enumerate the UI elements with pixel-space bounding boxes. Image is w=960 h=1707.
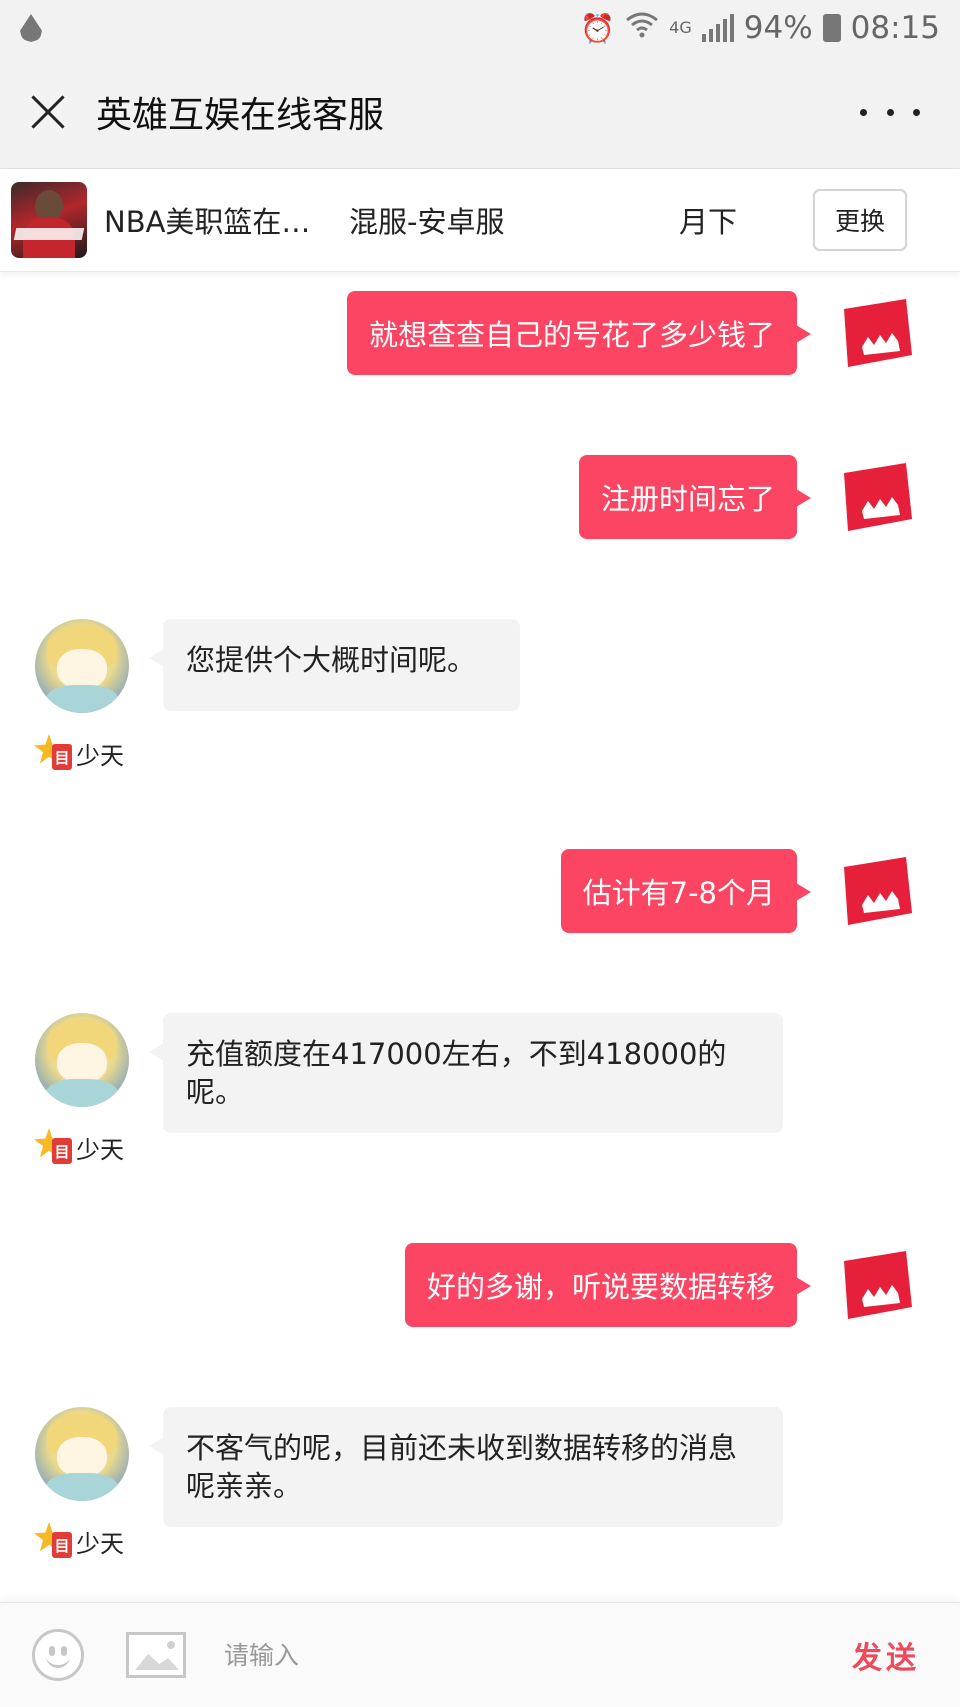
agent-name: 少天: [76, 741, 124, 770]
star-badge-icon: 目: [34, 1522, 74, 1560]
drop-icon: [20, 14, 42, 42]
agent-avatar[interactable]: [35, 1013, 129, 1107]
message-text: 估计有7-8个月: [582, 876, 775, 910]
agent-message-bubble: 您提供个大概时间呢。: [149, 619, 520, 711]
user-message-bubble: 注册时间忘了: [578, 455, 812, 539]
user-message-bubble: 估计有7-8个月: [560, 849, 812, 933]
agent-message-bubble: 不客气的呢，目前还未收到数据转移的消息呢亲亲。: [149, 1407, 783, 1527]
clock: 08:15: [850, 10, 940, 46]
image-icon[interactable]: [126, 1632, 186, 1678]
message-text: 不客气的呢，目前还未收到数据转移的消息呢亲亲。: [186, 1431, 738, 1503]
message-text: 好的多谢，听说要数据转移: [426, 1270, 775, 1304]
alarm-icon: ⏰: [580, 11, 616, 45]
user-message-bubble: 好的多谢，听说要数据转移: [404, 1243, 812, 1327]
title-bar: 英雄互娱在线客服: [0, 56, 960, 169]
agent-avatar[interactable]: [35, 1407, 129, 1501]
close-icon[interactable]: [28, 92, 68, 132]
agent-name-row: 目 少天: [34, 734, 124, 772]
network-type: 4G: [669, 18, 692, 37]
user-avatar[interactable]: [840, 295, 916, 371]
agent-name-row: 目 少天: [34, 1128, 124, 1166]
game-name: NBA美职篮在…: [104, 205, 311, 239]
send-button[interactable]: 发送: [852, 1633, 920, 1677]
user-message-bubble: 就想查查自己的号花了多少钱了: [346, 291, 812, 375]
role-name: 月下: [679, 205, 738, 239]
status-bar: ⏰ 4G 94% 08:15: [0, 0, 960, 56]
game-logo: [11, 182, 87, 258]
status-right: ⏰ 4G 94% 08:15: [580, 10, 940, 46]
message-text: 注册时间忘了: [600, 482, 775, 516]
more-icon[interactable]: [860, 92, 920, 132]
battery-icon: [822, 14, 841, 42]
star-badge-icon: 目: [34, 1128, 74, 1166]
message-text: 充值额度在417000左右，不到418000的呢。: [186, 1037, 727, 1109]
message-text: 您提供个大概时间呢。: [186, 643, 477, 677]
game-info-bar: NBA美职篮在… 混服-安卓服 月下 更换: [0, 169, 960, 272]
agent-name-row: 目 少天: [34, 1522, 124, 1560]
star-badge-icon: 目: [34, 734, 74, 772]
message-input[interactable]: [224, 1625, 852, 1685]
server-name: 混服-安卓服: [349, 205, 505, 239]
wifi-icon: [625, 11, 659, 46]
agent-name: 少天: [76, 1135, 124, 1164]
page-title: 英雄互娱在线客服: [96, 95, 385, 136]
chat-area[interactable]: 就想查查自己的号花了多少钱了 注册时间忘了 您提供个大概时间呢。 目 少天 估计…: [0, 272, 960, 1602]
input-bar: 发送: [0, 1602, 960, 1707]
user-avatar[interactable]: [840, 459, 916, 535]
battery-percent: 94%: [743, 10, 813, 46]
agent-name: 少天: [76, 1529, 124, 1558]
signal-icon: [701, 14, 734, 42]
agent-avatar[interactable]: [35, 619, 129, 713]
status-left: [20, 14, 580, 42]
agent-message-bubble: 充值额度在417000左右，不到418000的呢。: [149, 1013, 783, 1133]
emoji-icon[interactable]: [32, 1629, 84, 1681]
change-button[interactable]: 更换: [813, 189, 907, 251]
user-avatar[interactable]: [840, 853, 916, 929]
user-avatar[interactable]: [840, 1247, 916, 1323]
message-text: 就想查查自己的号花了多少钱了: [368, 318, 775, 352]
